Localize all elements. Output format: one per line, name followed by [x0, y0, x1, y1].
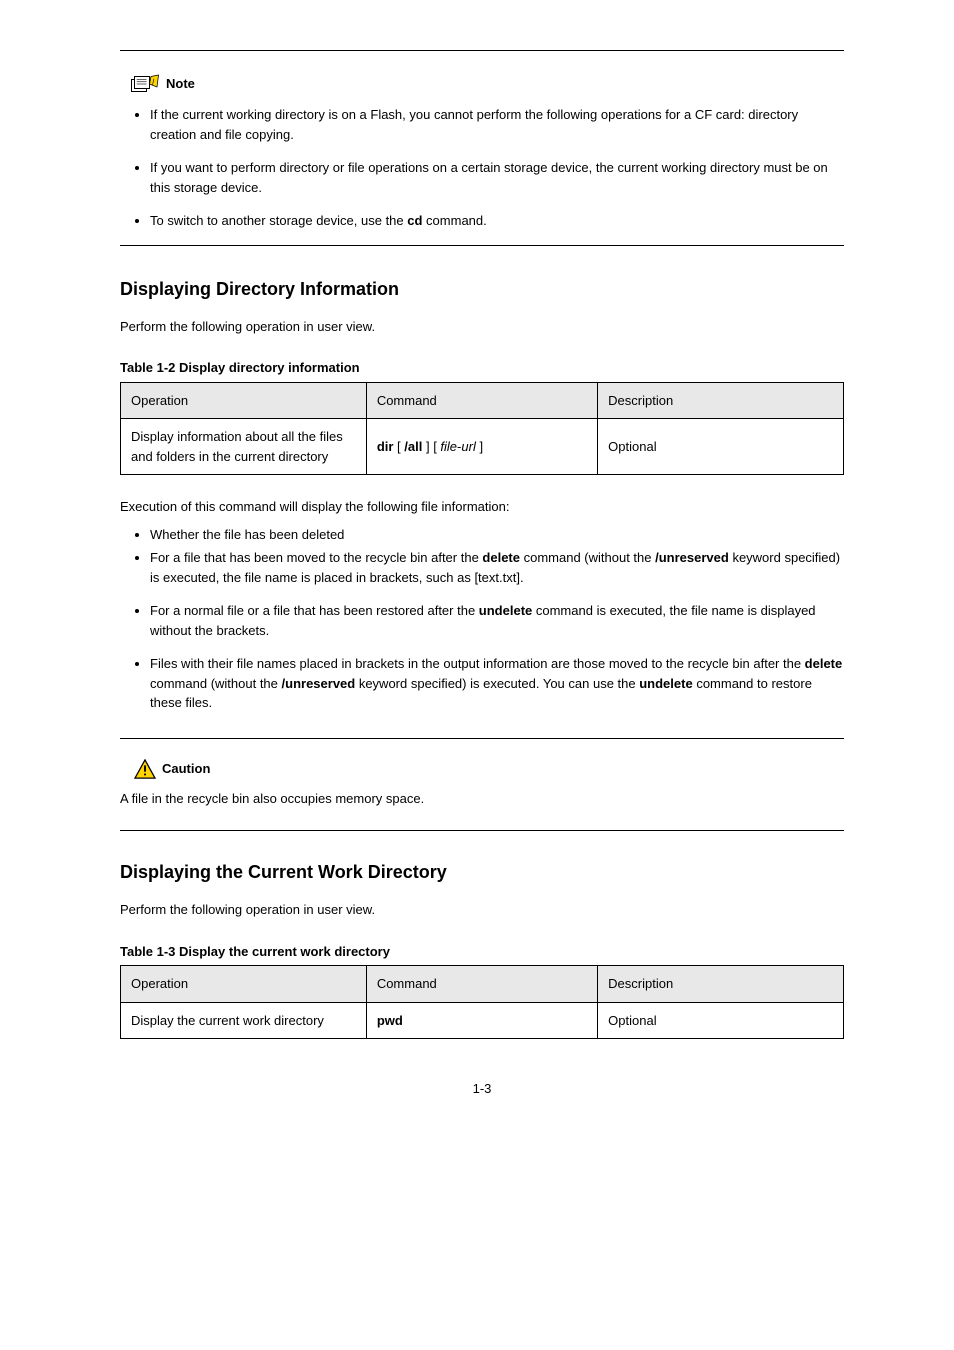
table-header: Description — [598, 382, 844, 419]
caution-header: Caution — [134, 759, 844, 779]
note-bullets: If the current working directory is on a… — [120, 105, 844, 231]
table-cell: Optional — [598, 419, 844, 475]
table-caption: Table 1-3 Display the current work direc… — [120, 942, 844, 962]
note-bullet: To switch to another storage device, use… — [150, 211, 844, 231]
table-header: Operation — [121, 382, 367, 419]
caution-text: A file in the recycle bin also occupies … — [120, 789, 844, 809]
caution-icon — [134, 759, 156, 779]
exec-bullet: Whether the file has been deleted — [150, 525, 844, 545]
note-block: Note If the current working directory is… — [120, 73, 844, 231]
exec-bullet: For a file that has been moved to the re… — [150, 548, 844, 587]
page-number: 1-3 — [120, 1079, 844, 1099]
table-caption: Table 1-2 Display directory information — [120, 358, 844, 378]
table-cell: Display the current work directory — [121, 1002, 367, 1039]
exec-bullets: Whether the file has been deleted For a … — [120, 525, 844, 713]
caution-label: Caution — [162, 759, 210, 779]
table-header-row: Operation Command Description — [121, 966, 844, 1003]
table-cell: Display information about all the files … — [121, 419, 367, 475]
note-header: Note — [130, 73, 844, 95]
table-header: Command — [366, 382, 597, 419]
section-heading: Displaying the Current Work Directory — [120, 859, 844, 886]
table-dir-info: Operation Command Description Display in… — [120, 382, 844, 476]
note-bullet: If you want to perform directory or file… — [150, 158, 844, 197]
table-header: Operation — [121, 966, 367, 1003]
table-cell: dir [ /all ] [ file-url ] — [366, 419, 597, 475]
section-intro: Perform the following operation in user … — [120, 317, 844, 337]
section-intro: Perform the following operation in user … — [120, 900, 844, 920]
table-cell: pwd — [366, 1002, 597, 1039]
caution-block: Caution A file in the recycle bin also o… — [120, 759, 844, 809]
exec-bullet: For a normal file or a file that has bee… — [150, 601, 844, 640]
note-label: Note — [166, 74, 195, 94]
section-displaying-cwd: Displaying the Current Work Directory Pe… — [120, 859, 844, 1039]
table-header: Description — [598, 966, 844, 1003]
section-heading: Displaying Directory Information — [120, 276, 844, 303]
table-row: Display the current work directory pwd O… — [121, 1002, 844, 1039]
section-displaying-directory-info: Displaying Directory Information Perform… — [120, 276, 844, 713]
table-cell: Optional — [598, 1002, 844, 1039]
note-icon — [130, 73, 160, 95]
exec-label: Execution of this command will display t… — [120, 497, 844, 517]
table-header: Command — [366, 966, 597, 1003]
table-cwd: Operation Command Description Display th… — [120, 965, 844, 1039]
table-header-row: Operation Command Description — [121, 382, 844, 419]
table-row: Display information about all the files … — [121, 419, 844, 475]
exec-bullet: Files with their file names placed in br… — [150, 654, 844, 713]
note-bullet: If the current working directory is on a… — [150, 105, 844, 144]
